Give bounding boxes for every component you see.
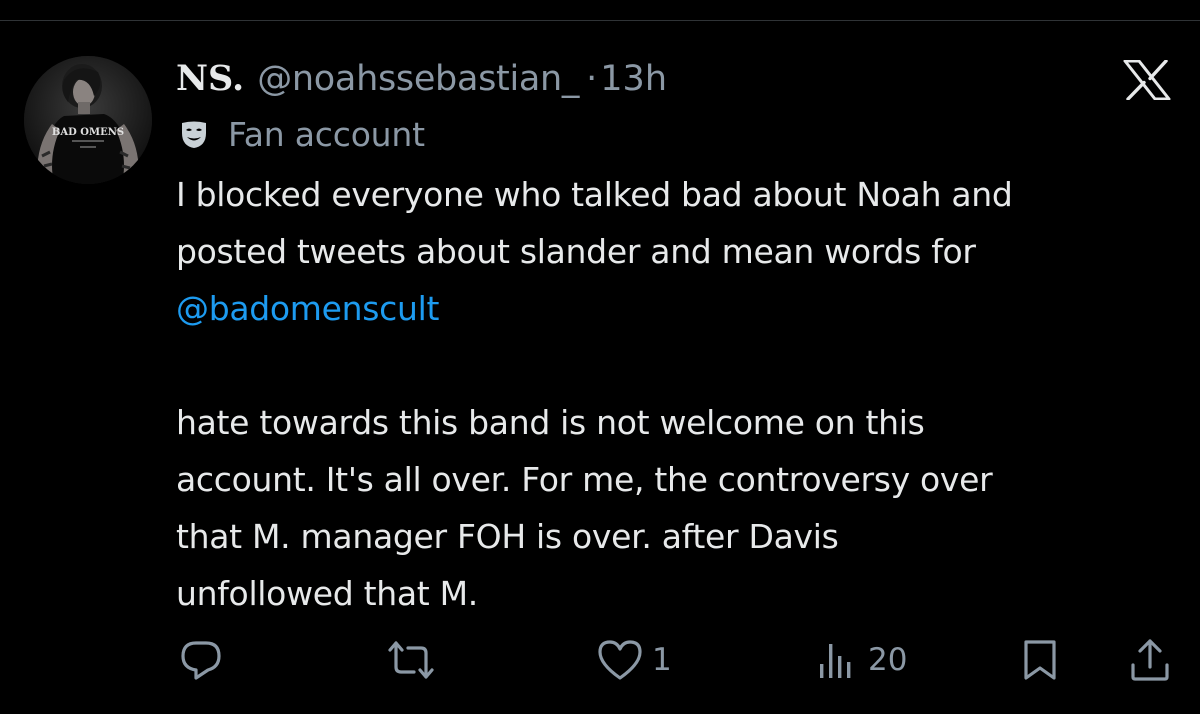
tweet-text-line: hate towards this band is not welcome on… [176, 403, 925, 442]
x-logo-icon [1123, 60, 1171, 100]
views-icon [820, 644, 851, 678]
bookmark-icon [1024, 640, 1056, 680]
bookmark-button[interactable] [1020, 630, 1060, 690]
top-divider [0, 20, 1200, 21]
tweet-text-line: posted tweets about slander and mean wor… [176, 232, 976, 271]
like-button[interactable]: 1 [596, 630, 672, 690]
fan-account-label: Fan account [228, 114, 425, 154]
tweet-text-line: account. It's all over. For me, the cont… [176, 460, 993, 499]
avatar-shirt-text: BAD OMENS [52, 127, 124, 138]
repost-button[interactable] [386, 630, 436, 690]
repost-icon [388, 641, 434, 679]
avatar-image: BAD OMENS [24, 56, 152, 184]
automated-label: Fan account [178, 112, 425, 156]
mention-link[interactable]: @badomenscult [176, 280, 1186, 337]
theater-mask-icon [182, 121, 206, 148]
views-count: 20 [868, 642, 908, 678]
share-icon [1131, 639, 1169, 681]
share-button[interactable] [1128, 630, 1172, 690]
tweet-text-line: I blocked everyone who talked bad about … [176, 175, 1013, 214]
tweet-timestamp[interactable]: 13h [600, 59, 667, 99]
like-count: 1 [652, 642, 672, 678]
tweet-text-line: that M. manager FOH is over. after Davis [176, 517, 839, 556]
tweet-body: I blocked everyone who talked bad about … [176, 166, 1186, 622]
header-separator: · [586, 59, 598, 99]
avatar[interactable]: BAD OMENS [24, 56, 152, 184]
author-display-name[interactable]: NS. [176, 58, 244, 99]
author-handle[interactable]: @noahssebastian_ [257, 59, 579, 99]
views-button[interactable]: 20 [818, 630, 907, 690]
reply-button[interactable] [178, 630, 224, 690]
tweet-header: NS. @noahssebastian_ · 13h [176, 58, 667, 102]
action-bar: 1 20 [0, 630, 1200, 690]
tweet-text-line: unfollowed that M. [176, 574, 478, 613]
reply-icon [181, 641, 221, 680]
heart-icon [598, 640, 642, 680]
